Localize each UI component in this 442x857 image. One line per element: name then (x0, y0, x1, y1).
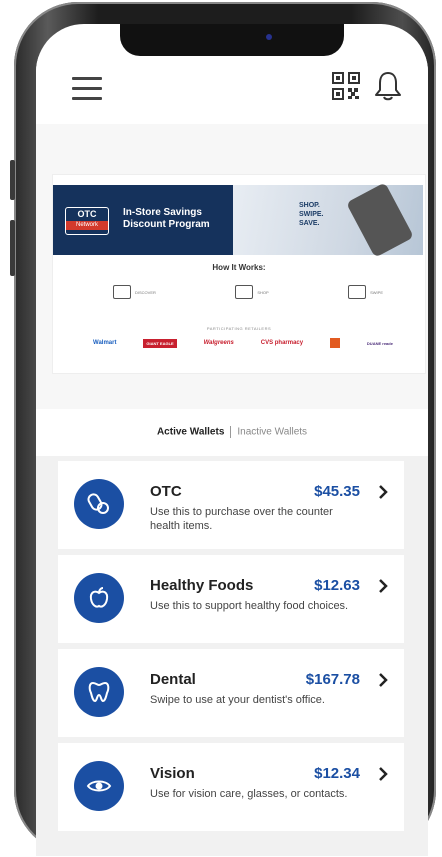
pills-icon (74, 479, 124, 529)
wallet-tabs: Active Wallets Inactive Wallets (36, 426, 428, 438)
apple-icon (74, 573, 124, 623)
wallet-list: OTC $45.35 Use this to purchase over the… (36, 456, 428, 856)
side-button (10, 160, 15, 200)
tooth-icon (74, 667, 124, 717)
side-button (10, 220, 15, 276)
chevron-right-icon[interactable] (376, 767, 390, 781)
wallet-description: Use this to support healthy food choices… (150, 600, 349, 612)
chevron-right-icon[interactable] (376, 673, 390, 687)
wallet-card-healthy-foods[interactable]: Healthy Foods $12.63 Use this to support… (58, 555, 404, 643)
wallet-name: Healthy Foods (150, 577, 254, 594)
wallet-card-otc[interactable]: OTC $45.35 Use this to purchase over the… (58, 461, 404, 549)
wallet-amount: $167.78 (305, 671, 360, 688)
wallet-name: Vision (150, 765, 195, 782)
wallet-description: Swipe to use at your dentist's office. (150, 694, 325, 706)
chevron-right-icon[interactable] (376, 485, 390, 499)
screen-content: Active Wallets Inactive Wallets OTC $45.3… (36, 24, 428, 856)
eye-icon (74, 761, 124, 811)
tab-active-wallets[interactable]: Active Wallets (157, 427, 224, 438)
tab-separator (230, 426, 232, 438)
wallet-amount: $45.35 (314, 483, 360, 500)
wallet-card-dental[interactable]: Dental $167.78 Swipe to use at your dent… (58, 649, 404, 737)
chevron-right-icon[interactable] (376, 579, 390, 593)
wallet-name: Dental (150, 671, 196, 688)
wallet-description: Use for vision care, glasses, or contact… (150, 788, 348, 800)
wallet-amount: $12.63 (314, 577, 360, 594)
wallet-description: Use this to purchase over the counter he… (150, 506, 333, 532)
tab-inactive-wallets[interactable]: Inactive Wallets (237, 427, 307, 438)
wallet-card-vision[interactable]: Vision $12.34 Use for vision care, glass… (58, 743, 404, 831)
wallet-name: OTC (150, 483, 182, 500)
wallet-amount: $12.34 (314, 765, 360, 782)
